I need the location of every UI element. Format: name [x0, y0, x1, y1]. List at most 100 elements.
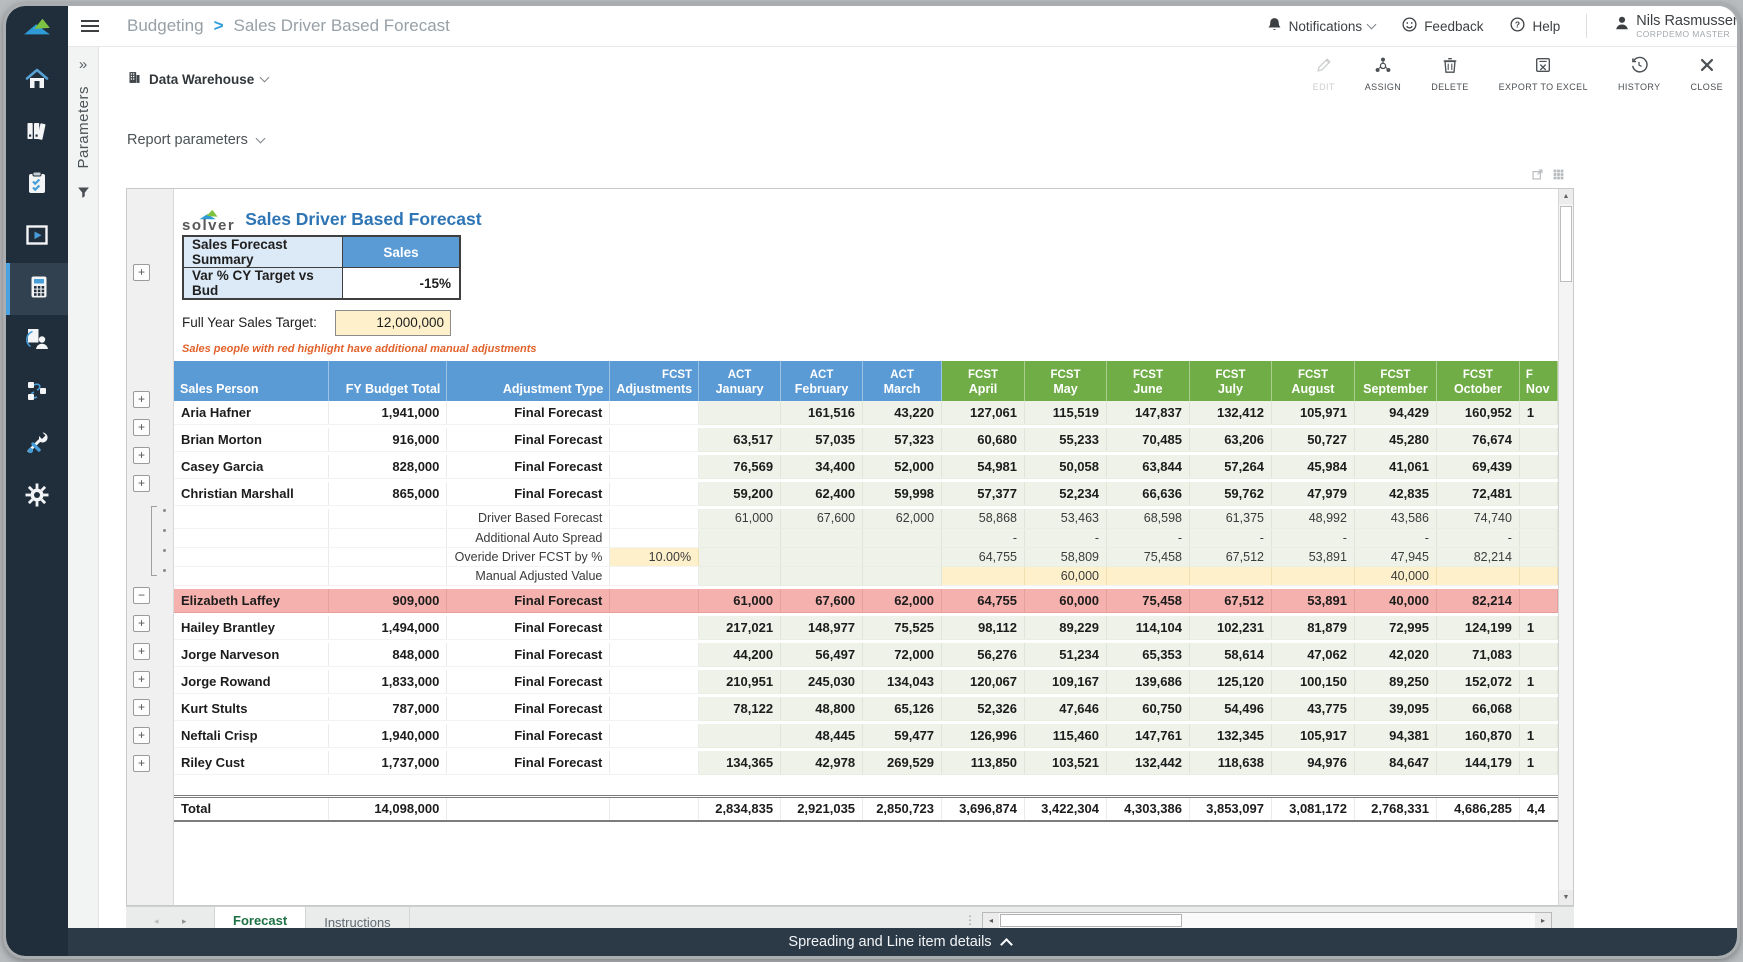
- cell-month-value[interactable]: [863, 547, 942, 566]
- cell-sales-person[interactable]: [174, 566, 329, 585]
- cell-month-value[interactable]: 60,750: [1107, 697, 1190, 720]
- cell-month-value[interactable]: 40,000: [1354, 589, 1436, 612]
- cell-month-value[interactable]: 75,525: [863, 616, 942, 639]
- cell-month-value[interactable]: 72,481: [1436, 482, 1519, 505]
- cell-adjustment-type[interactable]: Final Forecast: [447, 428, 610, 451]
- cell-month-value[interactable]: 53,891: [1271, 547, 1354, 566]
- cell-month-value[interactable]: 94,381: [1354, 724, 1436, 747]
- cell-month-value[interactable]: [1519, 455, 1557, 478]
- help-button[interactable]: ? Help: [1509, 16, 1560, 36]
- cell-fcst-adjustment[interactable]: [610, 724, 699, 747]
- sidebar-item-process[interactable]: [6, 367, 68, 419]
- cell-month-value[interactable]: 62,000: [863, 589, 942, 612]
- sidebar-item-budgeting[interactable]: [6, 263, 68, 315]
- expand-row-button[interactable]: +: [133, 699, 150, 716]
- cell-month-value[interactable]: 245,030: [781, 670, 863, 693]
- sidebar-item-tools[interactable]: [6, 419, 68, 471]
- cell-sales-person[interactable]: Casey Garcia: [174, 455, 329, 478]
- expand-row-button[interactable]: +: [133, 671, 150, 688]
- cell-month-value[interactable]: [781, 528, 863, 547]
- cell-month-value[interactable]: 127,061: [942, 401, 1025, 424]
- expand-row-button[interactable]: +: [133, 615, 150, 632]
- cell-month-value[interactable]: [942, 566, 1025, 585]
- cell-month-value[interactable]: 76,569: [699, 455, 781, 478]
- cell-month-value[interactable]: 65,353: [1107, 643, 1190, 666]
- expand-row-button[interactable]: +: [133, 727, 150, 744]
- scroll-down-arrow[interactable]: ▼: [1559, 890, 1573, 905]
- cell-month-value[interactable]: 48,445: [781, 724, 863, 747]
- cell-month-value[interactable]: 75,458: [1107, 547, 1190, 566]
- cell-fcst-adjustment[interactable]: [610, 455, 699, 478]
- cell-month-value[interactable]: 43,220: [863, 401, 942, 424]
- cell-month-value[interactable]: 52,000: [863, 455, 942, 478]
- cell-month-value[interactable]: 54,496: [1189, 697, 1271, 720]
- scroll-right-arrow[interactable]: ▸: [1535, 913, 1551, 928]
- cell-month-value[interactable]: 42,020: [1354, 643, 1436, 666]
- cell-sales-person[interactable]: Riley Cust: [174, 751, 329, 774]
- cell-month-value[interactable]: 1: [1519, 401, 1557, 424]
- cell-month-value[interactable]: 103,521: [1025, 751, 1107, 774]
- cell-month-value[interactable]: [1519, 643, 1557, 666]
- cell-month-value[interactable]: 76,674: [1436, 428, 1519, 451]
- cell-month-value[interactable]: 132,345: [1189, 724, 1271, 747]
- cell-fcst-adjustment[interactable]: [610, 401, 699, 424]
- cell-month-value[interactable]: 134,043: [863, 670, 942, 693]
- cell-fy-budget[interactable]: [329, 509, 447, 528]
- cell-fy-budget[interactable]: 916,000: [329, 428, 447, 451]
- notifications-button[interactable]: Notifications: [1266, 16, 1376, 36]
- horizontal-scroll-thumb[interactable]: [1000, 914, 1182, 927]
- cell-sales-person[interactable]: [174, 528, 329, 547]
- cell-month-value[interactable]: 75,458: [1107, 589, 1190, 612]
- cell-month-value[interactable]: 100,150: [1271, 670, 1354, 693]
- cell-fy-budget[interactable]: 828,000: [329, 455, 447, 478]
- cell-month-value[interactable]: 126,996: [942, 724, 1025, 747]
- cell-fcst-adjustment[interactable]: [610, 616, 699, 639]
- cell-month-value[interactable]: 3,696,874: [942, 796, 1025, 821]
- cell-month-value[interactable]: 52,234: [1025, 482, 1107, 505]
- cell-month-value[interactable]: 4,686,285: [1436, 796, 1519, 821]
- cell-sales-person[interactable]: Elizabeth Laffey: [174, 589, 329, 612]
- cell-month-value[interactable]: [1436, 566, 1519, 585]
- cell-month-value[interactable]: 89,229: [1025, 616, 1107, 639]
- cell-month-value[interactable]: 74,740: [1436, 509, 1519, 528]
- cell-month-value[interactable]: 160,952: [1436, 401, 1519, 424]
- cell-month-value[interactable]: [781, 566, 863, 585]
- cell-month-value[interactable]: 48,992: [1271, 509, 1354, 528]
- cell-month-value[interactable]: 67,600: [781, 509, 863, 528]
- cell-month-value[interactable]: 1: [1519, 724, 1557, 747]
- cell-fy-budget[interactable]: 1,737,000: [329, 751, 447, 774]
- cell-month-value[interactable]: [699, 566, 781, 585]
- cell-month-value[interactable]: 42,978: [781, 751, 863, 774]
- cell-month-value[interactable]: 57,377: [942, 482, 1025, 505]
- cell-month-value[interactable]: 3,853,097: [1189, 796, 1271, 821]
- cell-fcst-adjustment[interactable]: [610, 509, 699, 528]
- expand-row-button[interactable]: +: [133, 475, 150, 492]
- expand-row-button[interactable]: +: [133, 419, 150, 436]
- cell-month-value[interactable]: [1519, 547, 1557, 566]
- cell-sales-person[interactable]: Aria Hafner: [174, 401, 329, 424]
- cell-month-value[interactable]: 1: [1519, 751, 1557, 774]
- cell-month-value[interactable]: 41,061: [1354, 455, 1436, 478]
- cell-month-value[interactable]: 43,586: [1354, 509, 1436, 528]
- cell-month-value[interactable]: [1107, 566, 1190, 585]
- cell-fy-budget[interactable]: 848,000: [329, 643, 447, 666]
- cell-month-value[interactable]: 66,068: [1436, 697, 1519, 720]
- horizontal-scrollbar[interactable]: ◂ ▸: [982, 912, 1552, 929]
- cell-month-value[interactable]: [1519, 528, 1557, 547]
- cell-month-value[interactable]: 67,600: [781, 589, 863, 612]
- cell-month-value[interactable]: 98,112: [942, 616, 1025, 639]
- cell-month-value[interactable]: 61,000: [699, 589, 781, 612]
- cell-month-value[interactable]: -: [1436, 528, 1519, 547]
- cell-sales-person[interactable]: Jorge Narveson: [174, 643, 329, 666]
- cell-month-value[interactable]: 34,400: [781, 455, 863, 478]
- cell-month-value[interactable]: 59,998: [863, 482, 942, 505]
- action-assign-button[interactable]: ASSIGN: [1365, 56, 1401, 92]
- cell-month-value[interactable]: 62,400: [781, 482, 863, 505]
- cell-month-value[interactable]: 62,000: [863, 509, 942, 528]
- cell-sales-person[interactable]: Total: [174, 796, 329, 821]
- cell-fy-budget[interactable]: 787,000: [329, 697, 447, 720]
- cell-month-value[interactable]: [699, 724, 781, 747]
- report-parameters-toggle[interactable]: Report parameters: [127, 132, 264, 148]
- action-close-button[interactable]: CLOSE: [1690, 56, 1723, 92]
- cell-month-value[interactable]: 132,442: [1107, 751, 1190, 774]
